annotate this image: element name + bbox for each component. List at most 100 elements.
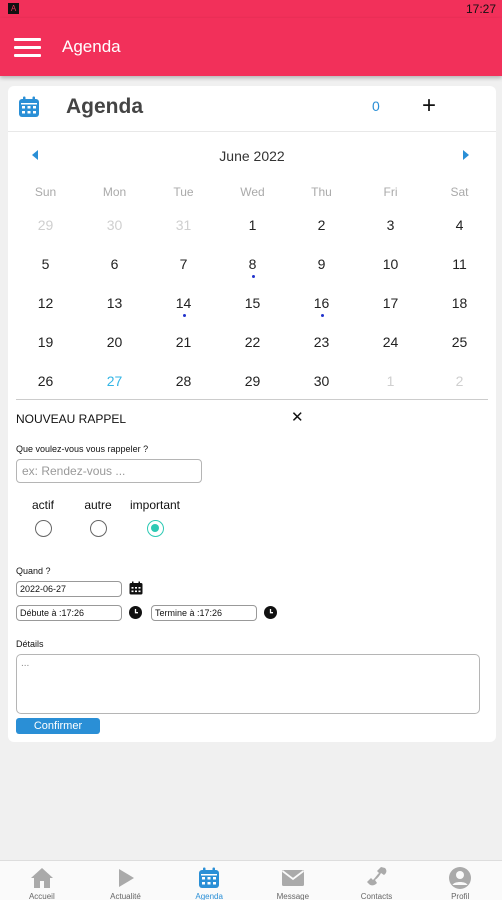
calendar-day[interactable]: 16 bbox=[287, 283, 356, 322]
nav-item-message[interactable]: Message bbox=[251, 861, 335, 900]
calendar-day[interactable]: 28 bbox=[149, 361, 218, 400]
day-number: 31 bbox=[175, 217, 192, 233]
calendar-day[interactable]: 4 bbox=[425, 205, 494, 244]
calendar-day[interactable]: 18 bbox=[425, 283, 494, 322]
radio-button[interactable] bbox=[34, 520, 52, 537]
day-number: 30 bbox=[313, 373, 330, 389]
day-number: 24 bbox=[382, 334, 399, 350]
details-textarea[interactable] bbox=[16, 654, 480, 714]
weekday-label: Fri bbox=[383, 185, 398, 199]
nav-item-accueil[interactable]: Accueil bbox=[0, 861, 84, 900]
calendar-day[interactable]: 19 bbox=[11, 322, 80, 361]
day-number: 13 bbox=[106, 295, 123, 311]
calendar-day[interactable]: 15 bbox=[218, 283, 287, 322]
day-number: 6 bbox=[110, 256, 119, 272]
day-number: 2 bbox=[455, 373, 464, 389]
calendar-day[interactable]: 6 bbox=[80, 244, 149, 283]
calendar-day[interactable]: 26 bbox=[11, 361, 80, 400]
calendar-day[interactable]: 29 bbox=[11, 205, 80, 244]
day-number: 15 bbox=[244, 295, 261, 311]
weekday-label: Wed bbox=[240, 185, 265, 199]
day-number: 22 bbox=[244, 334, 261, 350]
envelope-icon bbox=[281, 870, 304, 886]
nav-item-actualite[interactable]: Actualité bbox=[84, 861, 168, 900]
radio-label: important bbox=[129, 498, 181, 512]
calendar-day[interactable]: 8 bbox=[218, 244, 287, 283]
day-number: 10 bbox=[382, 256, 399, 272]
day-number: 1 bbox=[248, 217, 257, 233]
calendar-day[interactable]: 3 bbox=[356, 205, 425, 244]
nav-label: Accueil bbox=[28, 892, 55, 900]
clock-icon[interactable] bbox=[129, 606, 142, 619]
calendar-day[interactable]: 21 bbox=[149, 322, 218, 361]
clock-icon[interactable] bbox=[264, 606, 277, 619]
day-number: 14 bbox=[175, 295, 192, 311]
day-number: 20 bbox=[106, 334, 123, 350]
calendar-day[interactable]: 13 bbox=[80, 283, 149, 322]
calendar-day[interactable]: 9 bbox=[287, 244, 356, 283]
day-number: 5 bbox=[41, 256, 50, 272]
weekday-header: Sun Mon Tue Wed Thu Fri Sat bbox=[11, 185, 494, 199]
weekday-label: Thu bbox=[311, 185, 332, 199]
calendar-icon bbox=[19, 96, 39, 117]
close-icon[interactable]: ✕ bbox=[291, 408, 304, 426]
calendar-day[interactable]: 11 bbox=[425, 244, 494, 283]
day-number: 16 bbox=[313, 295, 330, 311]
calendar-icon bbox=[199, 867, 220, 888]
nav-item-agenda[interactable]: Agenda bbox=[167, 861, 251, 900]
calendar-picker-icon[interactable] bbox=[129, 581, 143, 595]
calendar-day[interactable]: 31 bbox=[149, 205, 218, 244]
calendar-day[interactable]: 25 bbox=[425, 322, 494, 361]
end-time-field[interactable] bbox=[151, 605, 257, 621]
calendar-day-today[interactable]: 27 bbox=[80, 361, 149, 400]
calendar-day[interactable]: 2 bbox=[425, 361, 494, 400]
agenda-card: Agenda 0 + June 2022 Sun Mon Tue Wed Thu Fri S… bbox=[8, 86, 496, 742]
date-field[interactable] bbox=[16, 581, 122, 597]
calendar-day[interactable]: 30 bbox=[80, 205, 149, 244]
when-label: Quand ? bbox=[16, 566, 51, 576]
day-number: 29 bbox=[37, 217, 54, 233]
divider bbox=[16, 399, 488, 400]
calendar-grid: 29 30 31 1 2 3 4 5 6 7 8 9 10 11 12 13 14 15 16 17 18 19 20 21 2… bbox=[11, 205, 494, 400]
radio-option-important[interactable]: important bbox=[120, 498, 190, 542]
status-time: 17:27 bbox=[465, 2, 496, 16]
day-number: 30 bbox=[106, 217, 123, 233]
calendar-day[interactable]: 12 bbox=[11, 283, 80, 322]
details-label: Détails bbox=[16, 639, 44, 649]
calendar-day[interactable]: 20 bbox=[80, 322, 149, 361]
reminder-text-input[interactable] bbox=[16, 459, 202, 483]
hamburger-menu-icon[interactable] bbox=[14, 38, 41, 58]
home-icon bbox=[30, 868, 53, 888]
calendar-day[interactable]: 29 bbox=[218, 361, 287, 400]
calendar-day[interactable]: 10 bbox=[356, 244, 425, 283]
calendar-day[interactable]: 14 bbox=[149, 283, 218, 322]
calendar-day[interactable]: 24 bbox=[356, 322, 425, 361]
day-number: 29 bbox=[244, 373, 261, 389]
calendar-day[interactable]: 2 bbox=[287, 205, 356, 244]
radio-button[interactable] bbox=[89, 520, 107, 537]
day-number: 23 bbox=[313, 334, 330, 350]
status-bar: A 17:27 bbox=[0, 0, 502, 18]
day-number: 2 bbox=[317, 217, 326, 233]
start-time-field[interactable] bbox=[16, 605, 122, 621]
form-title: NOUVEAU RAPPEL bbox=[16, 412, 127, 426]
calendar-day[interactable]: 22 bbox=[218, 322, 287, 361]
calendar-day[interactable]: 1 bbox=[356, 361, 425, 400]
calendar-day[interactable]: 5 bbox=[11, 244, 80, 283]
month-navigation: June 2022 bbox=[8, 146, 496, 170]
calendar-day[interactable]: 1 bbox=[218, 205, 287, 244]
calendar-day[interactable]: 7 bbox=[149, 244, 218, 283]
app-bar-title: Agenda bbox=[62, 37, 121, 56]
page-title: Agenda bbox=[66, 95, 144, 118]
add-reminder-button[interactable]: + bbox=[422, 92, 436, 120]
calendar-day[interactable]: 30 bbox=[287, 361, 356, 400]
chevron-right-icon[interactable] bbox=[463, 150, 469, 160]
calendar-day[interactable]: 17 bbox=[356, 283, 425, 322]
nav-label: Agenda bbox=[195, 892, 223, 900]
nav-item-profil[interactable]: Profil bbox=[418, 861, 502, 900]
radio-button[interactable] bbox=[146, 520, 164, 537]
calendar-day[interactable]: 23 bbox=[287, 322, 356, 361]
nav-item-contacts[interactable]: Contacts bbox=[335, 861, 419, 900]
day-number: 4 bbox=[455, 217, 464, 233]
confirm-button[interactable]: Confirmer bbox=[16, 718, 100, 734]
